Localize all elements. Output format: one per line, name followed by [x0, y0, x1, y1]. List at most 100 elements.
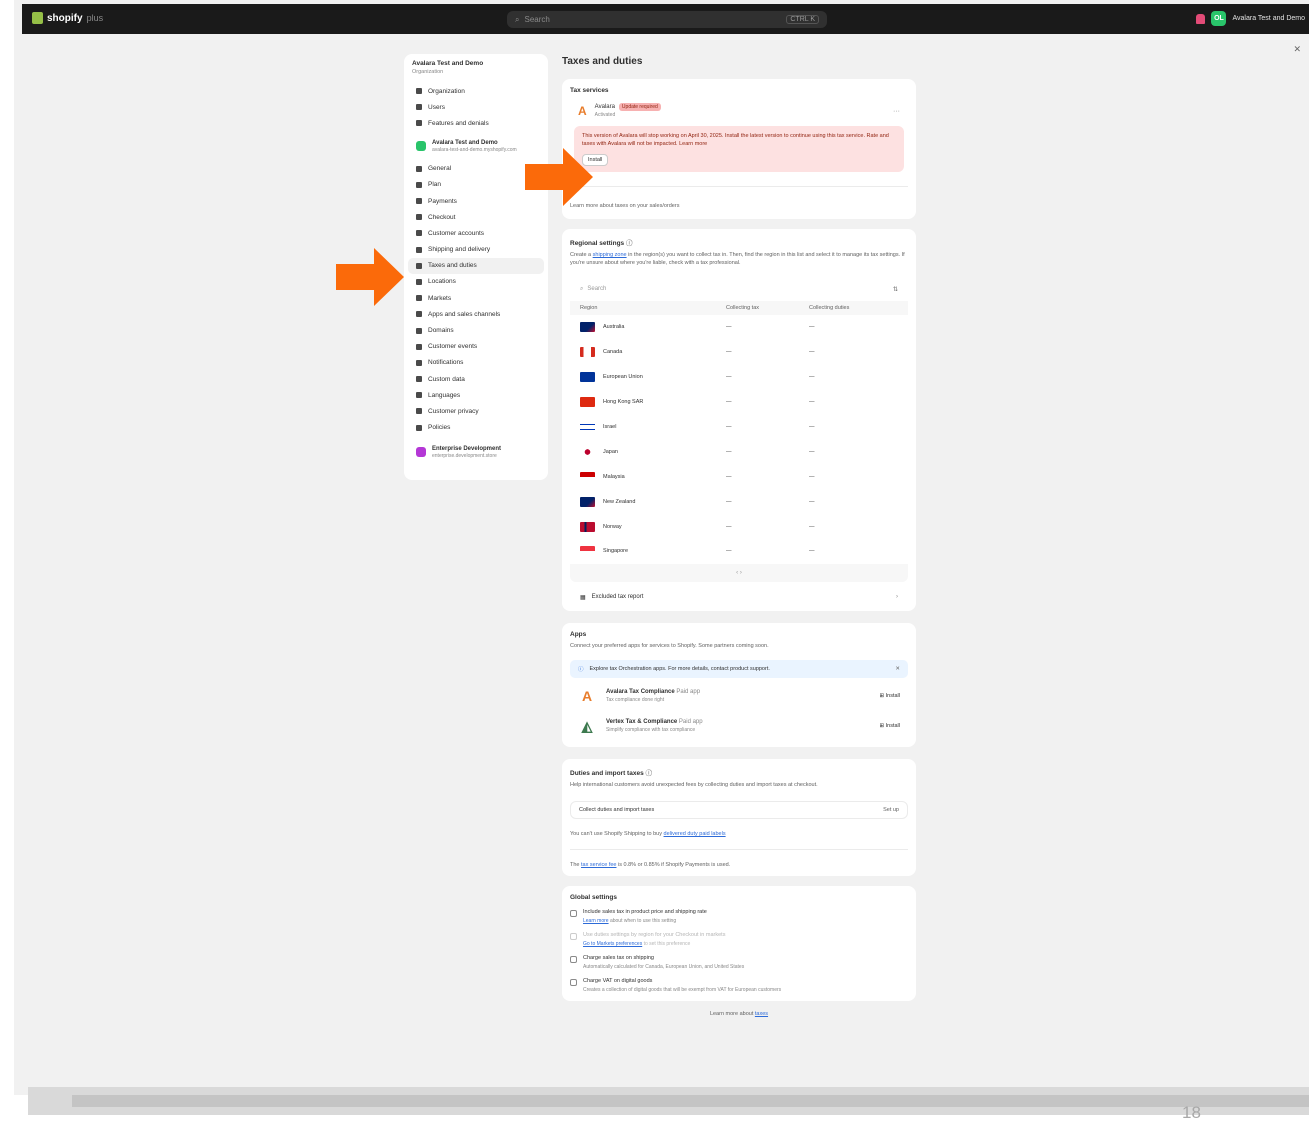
global-setting-checkbox[interactable]: Charge sales tax on shipping Automaticall…: [570, 955, 908, 970]
sidebar-item-plan[interactable]: Plan: [408, 177, 544, 193]
region-row[interactable]: Hong Kong SAR — —: [570, 390, 908, 415]
sidebar-item-shipping-and-delivery[interactable]: Shipping and delivery: [408, 242, 544, 258]
notification-bell-icon[interactable]: [1196, 13, 1206, 24]
dismiss-icon[interactable]: ✕: [895, 666, 900, 672]
shopify-logo[interactable]: shopify plus: [32, 12, 103, 24]
search-bar[interactable]: ⌕ Search CTRL K: [507, 11, 827, 28]
menu-icon: [416, 88, 422, 95]
sidebar-item-languages[interactable]: Languages: [408, 387, 544, 403]
info-icon[interactable]: ⓘ: [646, 770, 653, 777]
region-tax-status: —: [726, 473, 732, 480]
global-setting-checkbox[interactable]: Charge VAT on digital goods Creates a col…: [570, 978, 908, 993]
sidebar-item-customer-accounts[interactable]: Customer accounts: [408, 225, 544, 241]
more-icon[interactable]: ···: [893, 108, 900, 115]
sidebar-app-store[interactable]: Avalara Test and Demo avalara-test-and-d…: [408, 136, 544, 157]
sidebar-item-locations[interactable]: Locations: [408, 274, 544, 290]
excluded-tax-report[interactable]: ▦ Excluded tax report ›: [570, 582, 908, 603]
region-search[interactable]: ⌕ Search ⇅: [570, 281, 908, 297]
region-row[interactable]: Singapore — —: [570, 539, 908, 564]
checkbox[interactable]: [570, 932, 577, 940]
app-row-avalara[interactable]: A Avalara Tax Compliance Paid app Tax co…: [570, 678, 908, 708]
sidebar-item-domains[interactable]: Domains: [408, 322, 544, 338]
sidebar-item-markets[interactable]: Markets: [408, 290, 544, 306]
setup-button[interactable]: Set up: [883, 807, 899, 813]
settings-sidebar: Avalara Test and Demo Organization Organ…: [404, 54, 548, 480]
tax-fee-link[interactable]: tax service fee: [581, 862, 616, 868]
region-row[interactable]: Israel — —: [570, 415, 908, 440]
store-avatar[interactable]: OL: [1211, 11, 1227, 26]
info-icon[interactable]: ⓘ: [626, 240, 633, 247]
search-placeholder: Search: [524, 15, 550, 24]
sidebar-item-features-and-denials[interactable]: Features and denials: [408, 115, 544, 131]
sidebar-app-sub: avalara-test-and-demo.myshopify.com: [432, 146, 517, 153]
region-row[interactable]: Australia — —: [570, 315, 908, 340]
region-name: Malaysia: [603, 473, 625, 480]
sidebar-item-customer-events[interactable]: Customer events: [408, 339, 544, 355]
region-row[interactable]: Japan — —: [570, 439, 908, 464]
hint-link[interactable]: Learn more: [583, 918, 609, 924]
collect-duties-box[interactable]: Collect duties and import taxes Set up: [570, 800, 908, 819]
sidebar-item-policies[interactable]: Policies: [408, 420, 544, 436]
regional-settings-card: Regional settings ⓘ Create a shipping zo…: [562, 229, 916, 611]
close-icon[interactable]: ✕: [1293, 44, 1301, 55]
update-required-badge: Update required: [618, 103, 661, 111]
avalara-logo-icon: A: [581, 687, 593, 704]
global-setting-checkbox[interactable]: Include sales tax in product price and s…: [570, 909, 908, 924]
region-row[interactable]: Norway — —: [570, 514, 908, 539]
sidebar-item-payments[interactable]: Payments: [408, 193, 544, 209]
table-pager[interactable]: ‹ ›: [570, 563, 908, 582]
sidebar-item-apps-and-sales-channels[interactable]: Apps and sales channels: [408, 306, 544, 322]
install-app-button[interactable]: ⊞ Install: [879, 693, 900, 699]
sidebar-item-label: Customer events: [428, 343, 478, 351]
region-row[interactable]: Malaysia — —: [570, 464, 908, 489]
ddp-labels-link[interactable]: delivered duty paid labels: [664, 831, 726, 837]
sidebar-item-organization[interactable]: Organization: [408, 83, 544, 99]
menu-icon: [416, 327, 422, 334]
tax-service-status: Activated: [594, 112, 616, 118]
sidebar-item-checkout[interactable]: Checkout: [408, 209, 544, 225]
hint-link[interactable]: Go to Markets preferences: [583, 941, 642, 947]
slide-bottom-bar: [28, 1087, 1309, 1115]
store-name[interactable]: Avalara Test and Demo: [1232, 15, 1305, 22]
global-setting-checkbox[interactable]: Use duties settings by region for your C…: [570, 932, 908, 947]
region-tax-status: —: [726, 324, 732, 331]
checkbox[interactable]: [570, 978, 577, 986]
tax-service-row[interactable]: A Avalara Update required Activated ···: [570, 94, 908, 122]
admin-topbar: shopify plus ⌕ Search CTRL K OL Avalara …: [22, 4, 1309, 34]
shipping-zone-link[interactable]: shipping zone: [593, 252, 627, 258]
install-app-button[interactable]: ⊞ Install: [879, 723, 900, 729]
sidebar-item-label: Customer privacy: [428, 407, 479, 415]
region-duty-status: —: [809, 399, 815, 406]
menu-icon: [416, 165, 422, 172]
checkbox[interactable]: [570, 955, 577, 963]
regional-description: Create a shipping zone in the region(s) …: [570, 252, 905, 266]
sidebar-store-name: Avalara Test and Demo: [412, 60, 484, 67]
sidebar-item-notifications[interactable]: Notifications: [408, 355, 544, 371]
region-row[interactable]: European Union — —: [570, 365, 908, 390]
search-shortcut: CTRL K: [786, 15, 819, 24]
menu-icon: [416, 392, 422, 399]
sidebar-app-enterprise[interactable]: Enterprise Development enterprise.develo…: [408, 442, 544, 463]
menu-icon: [416, 311, 422, 318]
region-row[interactable]: New Zealand — —: [570, 489, 908, 514]
region-name: Hong Kong SAR: [603, 399, 644, 406]
learn-more-link[interactable]: taxes: [755, 1011, 768, 1017]
region-name: Japan: [603, 448, 618, 455]
col-region: Region: [580, 305, 598, 311]
app-name: Vertex Tax & Compliance: [606, 719, 678, 726]
sidebar-item-custom-data[interactable]: Custom data: [408, 371, 544, 387]
sidebar-item-users[interactable]: Users: [408, 99, 544, 115]
menu-icon: [416, 359, 422, 366]
shopify-bag-icon: [32, 12, 43, 24]
vertex-logo-icon: ◭: [581, 717, 593, 734]
region-duty-status: —: [809, 448, 815, 455]
region-row[interactable]: Canada — —: [570, 340, 908, 365]
sidebar-item-taxes-and-duties[interactable]: Taxes and duties: [408, 257, 544, 274]
sidebar-item-general[interactable]: General: [408, 161, 544, 177]
sidebar-item-customer-privacy[interactable]: Customer privacy: [408, 403, 544, 419]
app-row-vertex[interactable]: ◭ Vertex Tax & Compliance Paid app Simpl…: [570, 708, 908, 739]
region-name: Canada: [603, 349, 623, 356]
search-icon: ⌕: [515, 14, 520, 24]
sort-icon[interactable]: ⇅: [893, 286, 898, 293]
checkbox[interactable]: [570, 909, 577, 917]
